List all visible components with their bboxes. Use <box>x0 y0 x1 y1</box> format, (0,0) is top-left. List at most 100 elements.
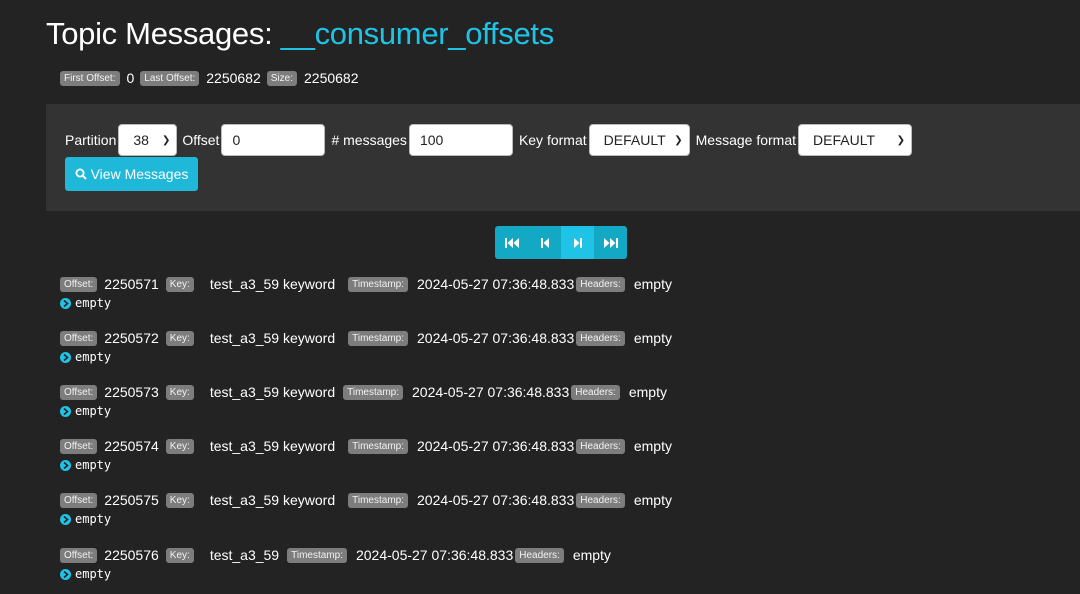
expand-icon[interactable] <box>60 351 71 363</box>
message-key: test_a3_59 keyword <box>209 384 336 400</box>
page-title: Topic Messages: __consumer_offsets <box>46 16 554 52</box>
last-offset-badge: Last Offset: <box>140 70 200 86</box>
message-offset: 2250571 <box>104 276 159 292</box>
expand-icon[interactable] <box>60 513 71 525</box>
size-value: 2250682 <box>304 70 359 86</box>
headers-badge: Headers: <box>571 384 620 400</box>
timestamp-badge: Timestamp: <box>343 384 403 400</box>
message-key: test_a3_59 <box>209 547 280 563</box>
key-badge: Key: <box>165 547 194 563</box>
key-format-value: DEFAULT <box>603 132 666 148</box>
message-offset: 2250574 <box>104 438 159 454</box>
message-headers: empty <box>633 276 672 292</box>
message-timestamp: 2024-05-27 07:36:48.833 <box>417 330 575 346</box>
key-format-label: Key format <box>518 132 587 148</box>
filter-panel: Partition 38 ❯ Offset 0 # messages 100 K… <box>46 104 1080 211</box>
headers-badge: Headers: <box>576 492 625 508</box>
offset-input[interactable]: 0 <box>221 124 326 156</box>
pagination <box>495 226 627 259</box>
message-timestamp: 2024-05-27 07:36:48.833 <box>417 492 575 508</box>
offset-label: Offset <box>182 132 220 148</box>
headers-badge: Headers: <box>576 276 625 292</box>
message-body: empty <box>75 567 112 581</box>
message-headers: empty <box>633 438 672 454</box>
first-page-icon <box>504 237 519 248</box>
partition-select[interactable]: 38 ❯ <box>118 124 178 156</box>
timestamp-badge: Timestamp: <box>287 547 347 563</box>
message-key: test_a3_59 keyword <box>209 330 336 346</box>
expand-icon[interactable] <box>60 459 71 471</box>
message-format-value: DEFAULT <box>813 132 875 148</box>
offset-badge: Offset: <box>60 438 98 454</box>
key-badge: Key: <box>165 438 194 454</box>
message-headers: empty <box>633 330 672 346</box>
message-body: empty <box>75 512 112 526</box>
prev-page-button[interactable] <box>528 226 561 259</box>
filter-form: Partition 38 ❯ Offset 0 # messages 100 K… <box>65 124 913 156</box>
message-offset: 2250573 <box>104 384 159 400</box>
message-body: empty <box>75 350 112 364</box>
title-prefix: Topic Messages: <box>46 16 281 51</box>
offset-badge: Offset: <box>60 547 98 563</box>
offset-badge: Offset: <box>60 492 98 508</box>
message-item: Offset: 2250576 Key: test_a3_59 Timestam… <box>60 545 618 581</box>
timestamp-badge: Timestamp: <box>348 492 408 508</box>
key-badge: Key: <box>165 330 194 346</box>
key-badge: Key: <box>165 276 194 292</box>
partition-value: 38 <box>133 132 149 148</box>
offset-summary: First Offset: 0 Last Offset: 2250682 Siz… <box>60 70 365 86</box>
timestamp-badge: Timestamp: <box>348 438 408 454</box>
message-timestamp: 2024-05-27 07:36:48.833 <box>355 547 514 563</box>
view-messages-label: View Messages <box>90 166 189 182</box>
chevron-down-icon: ❯ <box>674 134 683 146</box>
chevron-down-icon: ❯ <box>896 134 906 146</box>
message-body: empty <box>75 296 112 310</box>
message-timestamp: 2024-05-27 07:36:48.833 <box>417 276 575 292</box>
message-offset: 2250575 <box>104 492 159 508</box>
last-page-button[interactable] <box>594 226 627 259</box>
timestamp-badge: Timestamp: <box>348 330 408 346</box>
offset-badge: Offset: <box>60 330 98 346</box>
last-page-icon <box>603 237 618 248</box>
message-item: Offset: 2250571 Key: test_a3_59 keyword … <box>60 274 679 310</box>
chevron-down-icon: ❯ <box>161 134 171 146</box>
next-page-icon <box>573 237 582 248</box>
expand-icon[interactable] <box>60 405 71 417</box>
prev-page-icon <box>540 237 549 248</box>
size-badge: Size: <box>266 70 297 86</box>
key-badge: Key: <box>165 384 194 400</box>
offset-input-value: 0 <box>232 132 241 148</box>
messages-label: # messages <box>331 132 407 148</box>
key-badge: Key: <box>165 492 194 508</box>
offset-badge: Offset: <box>60 384 98 400</box>
message-key: test_a3_59 keyword <box>209 276 336 292</box>
message-item: Offset: 2250572 Key: test_a3_59 keyword … <box>60 328 679 364</box>
message-headers: empty <box>628 384 667 400</box>
first-page-button[interactable] <box>495 226 528 259</box>
messages-input[interactable]: 100 <box>408 124 513 156</box>
first-offset-value: 0 <box>126 70 135 86</box>
last-offset-value: 2250682 <box>206 70 261 86</box>
message-body: empty <box>75 458 112 472</box>
messages-input-value: 100 <box>419 132 444 148</box>
message-format-select[interactable]: DEFAULT ❯ <box>798 124 913 156</box>
view-messages-button[interactable]: View Messages <box>65 157 198 191</box>
message-offset: 2250572 <box>104 330 159 346</box>
expand-icon[interactable] <box>60 297 71 309</box>
message-item: Offset: 2250575 Key: test_a3_59 keyword … <box>60 490 679 526</box>
message-item: Offset: 2250574 Key: test_a3_59 keyword … <box>60 436 679 472</box>
timestamp-badge: Timestamp: <box>348 276 408 292</box>
message-item: Offset: 2250573 Key: test_a3_59 keyword … <box>60 382 674 418</box>
partition-label: Partition <box>65 132 117 148</box>
next-page-button[interactable] <box>561 226 594 259</box>
key-format-select[interactable]: DEFAULT ❯ <box>588 124 690 156</box>
message-key: test_a3_59 keyword <box>209 492 336 508</box>
expand-icon[interactable] <box>60 568 71 580</box>
message-headers: empty <box>572 547 611 563</box>
headers-badge: Headers: <box>576 330 625 346</box>
search-icon <box>75 168 87 180</box>
offset-badge: Offset: <box>60 276 98 292</box>
message-key: test_a3_59 keyword <box>209 438 336 454</box>
headers-badge: Headers: <box>576 438 625 454</box>
message-offset: 2250576 <box>104 547 159 563</box>
